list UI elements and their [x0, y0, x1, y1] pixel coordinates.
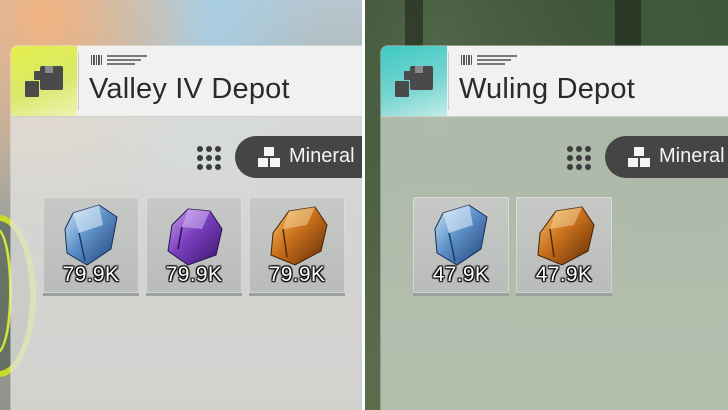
item-quantity: 79.9K	[62, 263, 120, 286]
inventory-slot-amethyst-ore[interactable]: 79.9K	[146, 197, 242, 296]
amber-ore-icon	[270, 206, 328, 266]
depot-title: Wuling Depot	[459, 73, 635, 105]
depot-panel: Valley IV Depot Mineral 79.9K 79.9K 79.9…	[11, 46, 362, 410]
depot-title: Valley IV Depot	[89, 73, 290, 105]
amber-ore-icon	[537, 206, 595, 266]
depot-header-tile	[381, 46, 447, 116]
panel-header: Wuling Depot	[381, 46, 728, 117]
header-divider	[448, 52, 449, 110]
item-quantity: 79.9K	[268, 263, 326, 286]
inventory-slot-amber-ore[interactable]: 47.9K	[516, 197, 612, 296]
item-quantity: 47.9K	[432, 263, 490, 286]
depot-panel: Wuling Depot Mineral 47.9K 47.9K	[381, 46, 728, 410]
inventory-slot-amber-ore[interactable]: 79.9K	[249, 197, 345, 296]
inventory-slot-blue-ore[interactable]: 79.9K	[43, 197, 139, 296]
mineral-filter-tab[interactable]: Mineral	[605, 136, 728, 178]
grid-view-icon[interactable]	[196, 145, 222, 171]
inventory-slot-blue-ore[interactable]: 47.9K	[413, 197, 509, 296]
slot-underline	[249, 293, 345, 296]
mineral-category-icon	[258, 147, 280, 167]
wuling-depot-screen: Wuling Depot Mineral 47.9K 47.9K	[365, 0, 728, 410]
panel-header: Valley IV Depot	[11, 46, 362, 117]
blue-ore-icon	[64, 204, 118, 266]
item-quantity: 47.9K	[535, 263, 593, 286]
depot-header-tile	[11, 46, 77, 116]
filter-label: Mineral	[659, 145, 725, 167]
barcode-decor-icon	[91, 55, 147, 65]
slot-underline	[146, 293, 242, 296]
depot-icon	[395, 66, 433, 97]
slot-underline	[413, 293, 509, 296]
mineral-category-icon	[628, 147, 650, 167]
item-quantity: 79.9K	[165, 263, 223, 286]
amethyst-ore-icon	[167, 208, 223, 266]
slot-underline	[516, 293, 612, 296]
blue-ore-icon	[434, 204, 488, 266]
header-divider	[78, 52, 79, 110]
barcode-decor-icon	[461, 55, 517, 65]
slot-underline	[43, 293, 139, 296]
filter-label: Mineral	[289, 145, 355, 167]
grid-view-icon[interactable]	[566, 145, 592, 171]
mineral-filter-tab[interactable]: Mineral	[235, 136, 362, 178]
valley-depot-screen: Valley IV Depot Mineral 79.9K 79.9K 79.9…	[0, 0, 362, 410]
depot-icon	[25, 66, 63, 97]
